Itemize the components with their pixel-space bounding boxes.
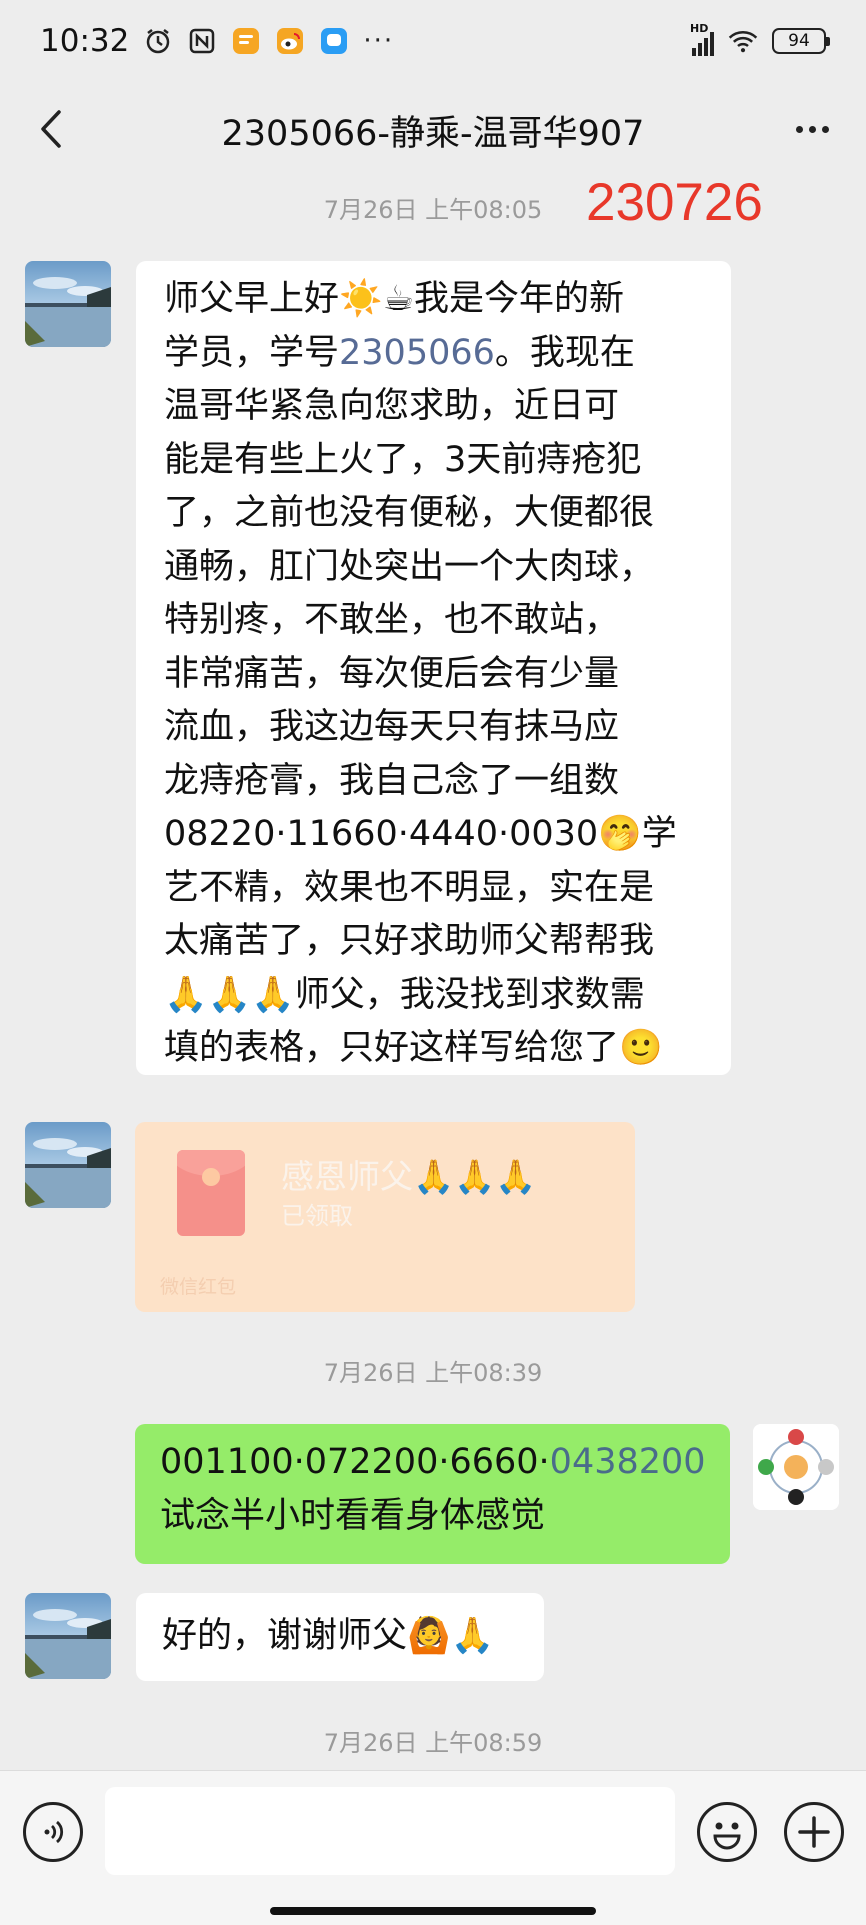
message-line: 温哥华紧急向您求助，近日可 — [164, 386, 620, 426]
voice-icon — [44, 1820, 64, 1844]
message-line: 艺不精，效果也不明显，实在是 — [164, 867, 655, 908]
contact-avatar[interactable] — [25, 1122, 111, 1208]
input-bar — [0, 1770, 866, 1925]
red-packet-status: 已领取 — [281, 1202, 353, 1230]
message-line: 龙痔疮膏，我自己念了一组数 — [164, 760, 620, 801]
incoming-message[interactable]: 师父早上好☀️☕我是今年的新 学员，学号2305066。我现在 温哥华紧急向您求… — [136, 261, 731, 1075]
status-time: 10:32 — [40, 23, 130, 59]
message-line: 太痛苦了，只好求助师父帮帮我 — [164, 921, 655, 961]
chat-message-list[interactable]: 7月26日 上午08:05 师父早上好☀️☕我是今年的新 学员，学号230506… — [0, 178, 866, 1770]
more-actions-button[interactable] — [784, 1802, 844, 1862]
message-line: 试念半小时看看身体感觉 — [160, 1495, 546, 1536]
message-line: 填的表格，只好这样写给您了🙂 — [164, 1028, 663, 1068]
red-packet-title: 感恩师父🙏🙏🙏 — [281, 1157, 537, 1196]
red-packet-icon — [177, 1150, 245, 1236]
outgoing-message[interactable]: 001100·072200·6660·0438200 试念半小时看看身体感觉 — [135, 1424, 730, 1564]
weibo-icon — [275, 26, 305, 56]
status-bar: 10:32 ··· HD 94 — [0, 0, 866, 82]
message-line: 08220·11660·4440·0030🤭学 — [164, 814, 677, 854]
more-dot — [795, 125, 803, 133]
incoming-message[interactable]: 好的，谢谢师父🙆🙏 — [136, 1593, 544, 1681]
alarm-icon — [143, 26, 173, 56]
timestamp: 7月26日 上午08:39 — [323, 1359, 543, 1387]
message-line: 通畅，肛门处突出一个大肉球， — [164, 546, 655, 587]
message-line: 师父早上好☀️☕我是今年的新 — [164, 279, 624, 319]
wifi-icon — [728, 26, 758, 56]
status-notification-icons: ··· — [143, 26, 394, 56]
nfc-icon — [187, 26, 217, 56]
status-right: HD 94 — [690, 22, 830, 56]
more-options-button[interactable] — [784, 104, 840, 154]
message-input[interactable] — [105, 1787, 675, 1875]
more-dot — [808, 125, 816, 133]
message-line: 001100·072200·6660·0438200 — [160, 1442, 706, 1482]
voice-input-button[interactable] — [23, 1802, 83, 1862]
chat-title: 2305066-静乘-温哥华907 — [221, 113, 645, 154]
my-avatar[interactable] — [753, 1424, 839, 1510]
emoji-icon — [713, 1822, 741, 1850]
message-line: 学员，学号2305066。我现在 — [164, 332, 635, 373]
more-dot — [821, 125, 829, 133]
notes-app-icon — [231, 26, 261, 56]
message-line: 流血，我这边每天只有抹马应 — [164, 707, 620, 747]
chat-header: 2305066-静乘-温哥华907 — [0, 82, 866, 178]
number-link[interactable]: 0438200 — [550, 1442, 706, 1482]
chat-app-icon — [319, 26, 349, 56]
home-indicator[interactable] — [270, 1907, 596, 1915]
battery-indicator: 94 — [772, 28, 830, 54]
signal-icon: HD — [690, 22, 714, 56]
red-packet-label: 微信红包 — [160, 1276, 237, 1298]
message-line: 特别疼，不敢坐，也不敢站， — [164, 600, 620, 640]
timestamp: 7月26日 上午08:05 — [323, 196, 543, 224]
student-id-link[interactable]: 2305066 — [339, 333, 495, 373]
message-line: 好的，谢谢师父🙆🙏 — [162, 1616, 495, 1656]
plus-icon — [798, 1816, 830, 1848]
network-type-label: HD — [690, 22, 709, 35]
status-more-indicator: ··· — [363, 26, 395, 56]
back-button[interactable] — [26, 104, 76, 154]
contact-avatar[interactable] — [25, 1593, 111, 1679]
message-line: 非常痛苦，每次便后会有少量 — [164, 653, 620, 694]
message-line: 能是有些上火了，3天前痔疮犯 — [164, 439, 642, 480]
chevron-left-icon — [41, 110, 61, 148]
timestamp: 7月26日 上午08:59 — [323, 1729, 543, 1757]
red-packet-message[interactable]: 感恩师父🙏🙏🙏 已领取 微信红包 — [135, 1122, 635, 1312]
message-line: 了，之前也没有便秘，大便都很 — [164, 493, 655, 533]
contact-avatar[interactable] — [25, 261, 111, 347]
message-line: 🙏🙏🙏师父，我没找到求数需 — [164, 974, 645, 1015]
emoji-button[interactable] — [697, 1802, 757, 1862]
